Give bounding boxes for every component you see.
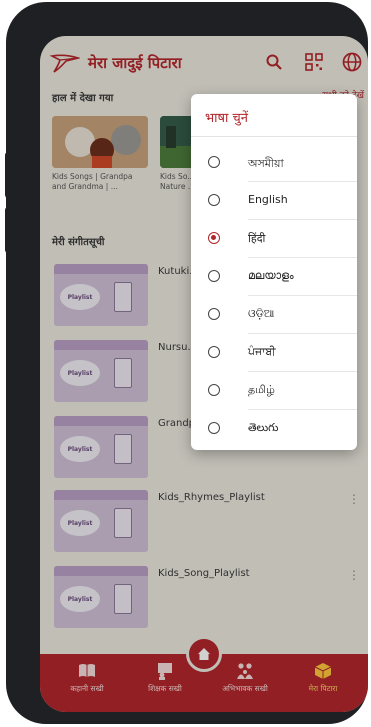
radio-button-selected[interactable]: [208, 232, 220, 244]
language-label: हिंदी: [248, 232, 266, 245]
language-option-tamil[interactable]: தமிழ்: [191, 372, 357, 410]
language-label: অসমীয়া: [248, 157, 284, 170]
radio-button[interactable]: [208, 346, 220, 358]
language-option-assamese[interactable]: অসমীয়া: [191, 144, 357, 182]
language-label: ଓଡ଼ିଆ: [248, 307, 275, 320]
language-option-telugu[interactable]: తెలుగు: [191, 410, 357, 448]
app-screen: मेरा जादुई पिटारा हाल में देखा गया देखें…: [40, 36, 368, 712]
language-option-english[interactable]: English: [191, 182, 357, 220]
language-option-hindi[interactable]: हिंदी: [191, 220, 357, 258]
radio-button[interactable]: [208, 422, 220, 434]
language-label: English: [248, 193, 288, 206]
radio-button[interactable]: [208, 194, 220, 206]
phone-frame: मेरा जादुई पिटारा हाल में देखा गया देखें…: [5, 2, 368, 724]
volume-up-button: [5, 152, 12, 198]
language-label: മലയാളം: [248, 269, 294, 282]
language-label: ਪੰਜਾਬੀ: [248, 345, 276, 358]
language-label: தமிழ்: [248, 383, 275, 396]
divider: [191, 136, 357, 137]
language-option-punjabi[interactable]: ਪੰਜਾਬੀ: [191, 334, 357, 372]
radio-button[interactable]: [208, 384, 220, 396]
volume-down-button: [5, 207, 12, 253]
language-option-malayalam[interactable]: മലയാളം: [191, 258, 357, 296]
radio-button[interactable]: [208, 156, 220, 168]
language-option-odia[interactable]: ଓଡ଼ିଆ: [191, 296, 357, 334]
radio-button[interactable]: [208, 270, 220, 282]
language-menu-title: भाषा चुनें: [205, 111, 248, 126]
language-menu: भाषा चुनें অসমীয়া English हिंदी മലയാളം: [191, 94, 357, 450]
radio-button[interactable]: [208, 308, 220, 320]
language-label: తెలుగు: [248, 421, 279, 434]
